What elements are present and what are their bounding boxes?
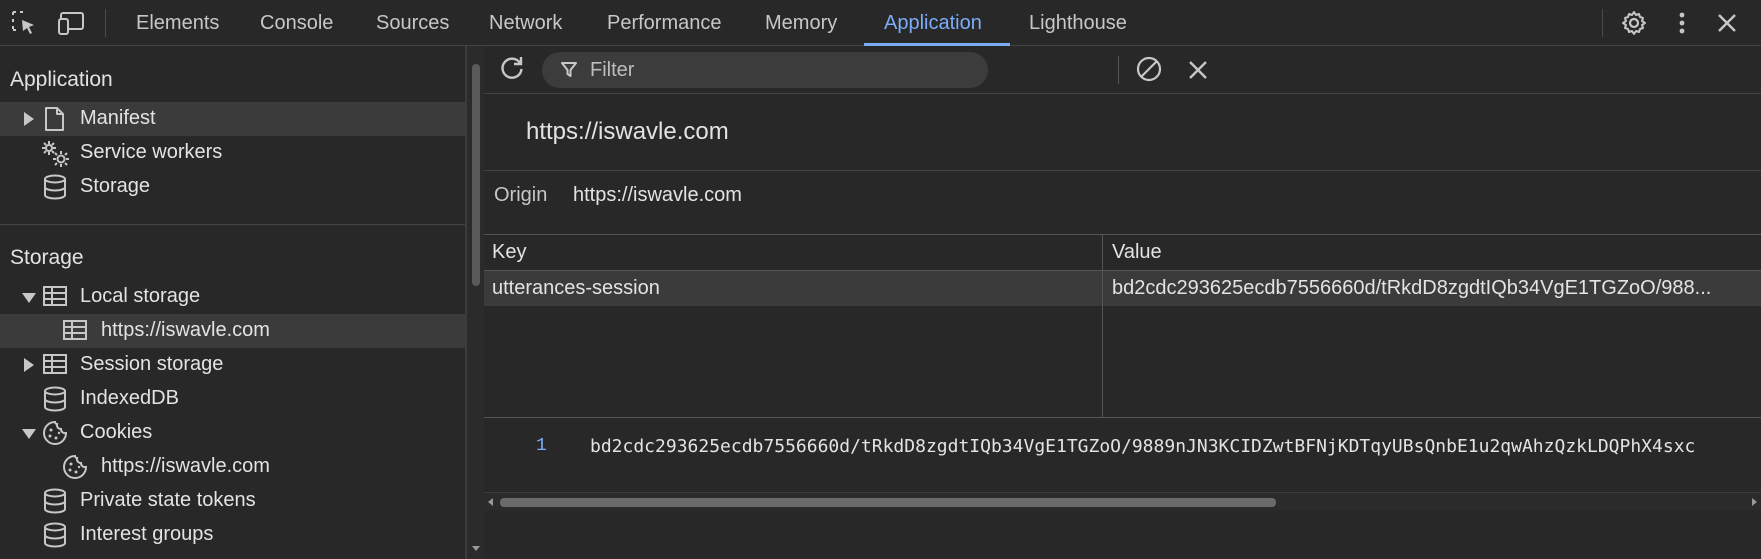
scroll-down-arrow-icon[interactable] [472, 546, 480, 551]
table-row[interactable]: utterances-session bd2cdc293625ecdb75566… [484, 271, 1761, 306]
tab-network[interactable]: Network [489, 0, 562, 46]
sidebar-item-session-storage[interactable]: Session storage [0, 348, 465, 382]
document-icon [42, 106, 68, 132]
scroll-left-arrow-icon[interactable] [488, 498, 493, 506]
section-heading-application: Application [10, 68, 113, 91]
origin-label: Origin [494, 184, 548, 206]
tab-console[interactable]: Console [260, 0, 333, 46]
gears-icon [40, 140, 69, 167]
sidebar-item-label: Interest groups [80, 523, 214, 545]
sidebar-item-indexeddb[interactable]: IndexedDB [0, 382, 465, 416]
tab-elements[interactable]: Elements [136, 0, 219, 46]
database-icon [42, 174, 68, 200]
settings-gear-icon[interactable] [1618, 7, 1650, 39]
application-sidebar: Application Manifest Service workers Sto… [0, 46, 466, 559]
sidebar-item-label: https://iswavle.com [101, 319, 270, 341]
storage-toolbar: Filter [484, 46, 1761, 94]
sidebar-scrollbar-thumb[interactable] [472, 64, 480, 286]
sidebar-item-private-state-tokens[interactable]: Private state tokens [0, 484, 465, 518]
storage-table: Key Value utterances-session bd2cdc29362… [484, 234, 1761, 418]
section-divider [0, 224, 465, 225]
table-icon [42, 284, 68, 310]
tab-memory[interactable]: Memory [765, 0, 837, 46]
preview-text[interactable]: bd2cdc293625ecdb7556660d/tRkdD8zgdtIQb34… [590, 436, 1761, 457]
sidebar-item-label: Session storage [80, 353, 224, 375]
storage-view: Filter https://iswavle.com Origin https:… [484, 46, 1761, 559]
expand-arrow-icon[interactable] [24, 112, 34, 126]
sidebar-item-local-storage[interactable]: Local storage [0, 280, 465, 314]
cookie-icon [62, 454, 88, 480]
cell-value[interactable]: bd2cdc293625ecdb7556660d/tRkdD8zgdtIQb34… [1112, 277, 1757, 300]
sidebar-item-storage[interactable]: Storage [0, 170, 465, 204]
sidebar-item-manifest[interactable]: Manifest [0, 102, 465, 136]
database-icon [42, 488, 68, 514]
sidebar-item-local-storage-origin[interactable]: https://iswavle.com [0, 314, 465, 348]
database-icon [42, 522, 68, 548]
database-icon [42, 386, 68, 412]
collapse-arrow-icon[interactable] [22, 293, 36, 303]
collapse-arrow-icon[interactable] [22, 429, 36, 439]
line-number: 1 [536, 436, 547, 456]
filter-input[interactable]: Filter [542, 52, 988, 88]
sidebar-item-label: Manifest [80, 107, 156, 129]
expand-arrow-icon[interactable] [24, 358, 34, 372]
sidebar-item-cookies-origin[interactable]: https://iswavle.com [0, 450, 465, 484]
cell-key[interactable]: utterances-session [492, 277, 1092, 300]
refresh-icon[interactable] [496, 52, 528, 84]
sidebar-item-service-workers[interactable]: Service workers [0, 136, 465, 170]
sidebar-item-label: IndexedDB [80, 387, 179, 409]
section-heading-storage: Storage [10, 246, 84, 269]
tab-performance[interactable]: Performance [607, 0, 722, 46]
inspect-element-icon[interactable] [8, 7, 40, 39]
filter-icon [560, 61, 578, 79]
sidebar-item-label: Storage [80, 175, 151, 197]
sidebar-scrollbar[interactable] [466, 46, 484, 559]
preview-horizontal-scrollbar[interactable] [484, 492, 1761, 510]
table-header: Key Value [484, 235, 1761, 271]
tab-sources[interactable]: Sources [376, 0, 449, 46]
sidebar-item-cookies[interactable]: Cookies [0, 416, 465, 450]
sidebar-item-label: https://iswavle.com [101, 455, 270, 477]
cookie-icon [42, 420, 68, 446]
sidebar-item-interest-groups[interactable]: Interest groups [0, 518, 465, 552]
column-header-key[interactable]: Key [492, 241, 526, 264]
clear-all-icon[interactable] [1133, 53, 1165, 85]
sidebar-item-label: Private state tokens [80, 489, 256, 511]
origin-value: https://iswavle.com [573, 184, 742, 206]
column-header-value[interactable]: Value [1112, 241, 1162, 264]
table-icon [42, 352, 68, 378]
delete-selected-icon[interactable] [1182, 54, 1214, 86]
device-toggle-icon[interactable] [56, 7, 88, 39]
preview-scrollbar-thumb[interactable] [500, 498, 1276, 507]
scroll-right-arrow-icon[interactable] [1752, 498, 1757, 506]
sidebar-item-label: Local storage [80, 285, 201, 307]
sidebar-item-label: Service workers [80, 141, 223, 163]
more-vertical-icon[interactable] [1666, 7, 1698, 39]
table-icon [62, 318, 88, 344]
filter-placeholder: Filter [590, 59, 635, 81]
close-icon[interactable] [1711, 7, 1743, 39]
tab-application[interactable]: Application [884, 0, 982, 46]
tab-lighthouse[interactable]: Lighthouse [1029, 0, 1127, 46]
devtools-toolbar: Elements Console Sources Network Perform… [0, 0, 1761, 46]
sidebar-item-label: Cookies [80, 421, 153, 443]
origin-title: https://iswavle.com [526, 118, 729, 145]
